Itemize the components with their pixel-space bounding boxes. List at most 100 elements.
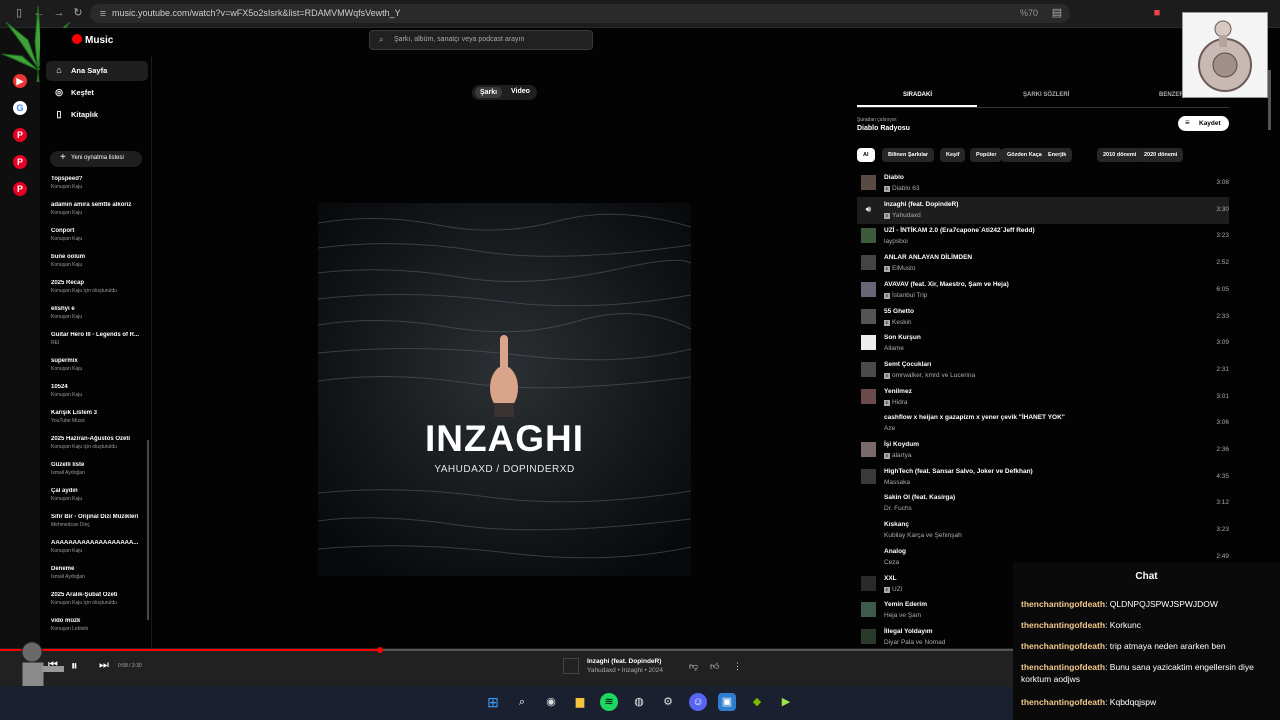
filter-chip[interactable]: Popüler [970,148,1003,162]
pause-icon[interactable]: ⏸ [71,658,78,674]
playlist-item[interactable]: AAAAAAAAAAAAAAAAAAA... Konuşan Kaju [51,540,147,554]
filter-chip[interactable]: Enerjik [1042,148,1073,162]
queue-song-row[interactable]: İşi Koydum Ealartya 2:36 [857,437,1229,464]
photos-icon[interactable]: ▣ [718,693,736,711]
queue-song-row[interactable]: Kıskanç Kubilay Karça ve Şehinşah 3:23 [857,517,1229,544]
filter-chip[interactable]: 2010 dönemi [1097,148,1143,162]
sidebar-scrollbar[interactable] [147,440,149,620]
playlist-item[interactable]: Topspeed? Konuşan Kaju [51,176,147,190]
reader-mode-icon[interactable]: ▤ [1050,6,1064,20]
nav-home[interactable]: ⌂ Ana Sayfa [46,61,148,81]
save-list-icon: ≡ [1185,118,1190,127]
tab-related[interactable]: BENZER [1159,92,1184,98]
app-header: Music ⌕ Şarkı, albüm, sanatçı veya podca… [40,28,1280,56]
filter-chip[interactable]: Al [857,148,875,162]
nav-library[interactable]: ▯ Kitaplık [46,105,148,125]
filter-chip[interactable]: Bilinen Şarkılar [882,148,935,162]
filter-chip[interactable]: 2020 dönemi [1138,148,1184,162]
playlist-item[interactable]: Karışık Listem 3 YouTube Music [51,410,147,424]
queue-song-row[interactable]: AVAVAV (feat. Xir, Maestro, Şam ve Heja)… [857,277,1229,304]
explicit-icon: E [884,372,890,379]
song-thumbnail [861,522,876,538]
app-icon[interactable]: ◉ [542,693,560,711]
like-icon[interactable]: 👍︎ [710,661,719,672]
dislike-icon[interactable]: 👎︎ [689,661,698,672]
search-input[interactable]: ⌕ Şarkı, albüm, sanatçı veya podcast ara… [369,30,593,50]
steam-icon[interactable]: ⚙ [659,693,677,711]
queue-song-row[interactable]: Yenilmez E Hidra 3:01 [857,384,1229,411]
playlist-item[interactable]: Deneme İsmail Aydoğan [51,566,147,580]
queue-song-row[interactable]: cashflow x heijan x gazapizm x yener çev… [857,410,1229,437]
search-icon: ⌕ [379,35,384,44]
zoom-level[interactable]: %70 [1020,8,1038,18]
song-title: Kıskanç [884,521,909,529]
save-button[interactable]: ≡ Kaydet [1178,116,1229,131]
pinterest-icon[interactable]: P [13,182,27,196]
song-thumbnail [861,602,876,618]
chat-username: thenchantingofdeath [1021,641,1106,651]
playlist-item[interactable]: Sıfır Bir - Orijinal Dizi Müzikleri Mehme… [51,514,147,528]
filter-chip[interactable]: Keşif [940,148,966,162]
queue-song-row[interactable]: HighTech (feat. Sansar Salvo, Joker ve D… [857,464,1229,491]
playlist-item[interactable]: vido müzk Konuşan Leblebi [51,618,147,632]
playlist-item[interactable]: 2025 Aralık-Şubat Özeti Konuşan Kaju için… [51,592,147,606]
playlist-item[interactable]: 2025 Haziran-Ağustos Özeti Konuşan Kaju i… [51,436,147,450]
nav-label: Keşfet [71,88,94,97]
tab-up-next[interactable]: SIRADAKİ [903,92,932,98]
queue-song-row[interactable]: Sakin Ol (feat. Kasirga) Dr. Fuchs 3:12 [857,490,1229,517]
playlist-item[interactable]: bune oolum Konuşan Kaju [51,254,147,268]
search-icon[interactable]: ⌕ [513,693,531,711]
playlist-item[interactable]: Çal aydın Konuşan Kaju [51,488,147,502]
new-playlist-button[interactable]: + Yeni oynatma listesi [50,151,142,167]
windows-start-icon[interactable]: ⊞ [484,693,502,711]
playlist-item[interactable]: Güzelli liste İsmail Aydoğan [51,462,147,476]
extension-icon[interactable]: ■ [1150,6,1164,20]
spotify-icon[interactable]: ≋ [600,693,618,711]
now-playing-subtitle[interactable]: Yahudaxd • Inzaghi • 2024 [587,667,663,674]
tab-lyrics[interactable]: ŞARKI SÖZLERİ [1023,92,1069,98]
queue-song-row[interactable]: Diablo E Diablo 63 3:08 [857,170,1229,197]
playlist-title: elishyı e [51,306,75,312]
playlist-item[interactable]: Guitar Hero III - Legends of R... REI [51,332,147,346]
now-playing-thumbnail[interactable] [563,658,579,674]
song-video-toggle[interactable]: Şarkı Video [472,85,537,100]
song-title: ANLAR ANLAYAN DİLİMDEN [884,254,973,262]
album-art: INZAGHI YAHUDAXD / DOPINDERXD [318,203,691,576]
queue-song-row[interactable]: ANLAR ANLAYAN DİLİMDEN E ElMusto 2:52 [857,250,1229,277]
discord-icon[interactable]: ☺ [689,693,707,711]
song-duration: 6:05 [1216,285,1229,293]
chrome-icon[interactable]: ◍ [630,693,648,711]
playlist-item[interactable]: elishyı e Konuşan Kaju [51,306,147,320]
queue-song-row[interactable]: Semt Çocukları Eomrwalker, kmrd ve Luceri… [857,357,1229,384]
next-icon[interactable]: ⏭ [99,659,109,672]
address-bar[interactable]: ≡ music.youtube.com/watch?v=wFX5o2sIsrk&… [90,4,1070,23]
song-thumbnail [861,415,876,431]
pinterest-icon[interactable]: P [13,155,27,169]
queue-song-row[interactable]: 🔊︎ Inzaghi (feat. DopindeR) E Yahudaxd 3:30 [857,196,1229,224]
song-toggle[interactable]: Şarkı [475,87,503,98]
song-thumbnail [861,442,876,457]
queue-song-row[interactable]: 55 Ghetto E Keskin 2:33 [857,304,1229,331]
youtube-music-logo[interactable]: Music [72,34,113,46]
playlist-item[interactable]: adamın amıra semtte alkoriz Konuşan Kaju [51,202,147,216]
google-icon[interactable]: G [13,101,27,115]
pinterest-icon[interactable]: P [13,128,27,142]
playlist-item[interactable]: 2025 Recap Konuşan Kaju için oluşturuldu [51,280,147,294]
explicit-icon: E [884,453,890,459]
file-explorer-icon[interactable]: ▆ [571,693,589,711]
playlist-item[interactable]: Conport Konuşan Kaju [51,228,147,242]
video-toggle[interactable]: Video [511,88,530,95]
queue-song-row[interactable]: Son Kurşun Allame 3:09 [857,330,1229,357]
song-artist: İstanbul Trip [892,291,928,299]
app-icon[interactable]: ▶ [777,693,795,711]
now-playing-title[interactable]: Inzaghi (feat. DopindeR) [587,658,661,665]
song-thumbnail [861,548,876,564]
queue-song-row[interactable]: UZİ - İNTİKAM 2.0 (Era7capone´Ati242´Jef… [857,223,1229,250]
sidebar: ⌂ Ana Sayfa ◎ Keşfet ▯ Kitaplık + Yeni oynat… [40,56,152,648]
playlist-item[interactable]: 10524 Konuşan Kaju [51,384,147,398]
nav-explore[interactable]: ◎ Keşfet [46,83,148,103]
site-settings-icon[interactable]: ≡ [96,7,110,21]
more-options-icon[interactable]: ⋮ [733,661,742,672]
playlist-item[interactable]: supermix Konuşan Kaju [51,358,147,372]
nvidia-icon[interactable]: ◆ [748,693,766,711]
